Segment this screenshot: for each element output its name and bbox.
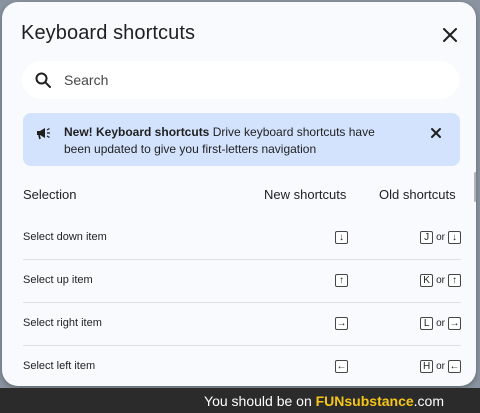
new-key-up-arrow: ↑ (335, 274, 348, 287)
search-bar[interactable] (22, 61, 459, 99)
info-banner: New! Keyboard shortcuts Drive keyboard s… (23, 113, 460, 166)
keyboard-shortcuts-dialog: Keyboard shortcuts New! Keyboard shortcu… (2, 2, 476, 386)
close-icon (431, 128, 441, 138)
megaphone-icon (35, 125, 51, 141)
old-shortcut: H or ← (420, 360, 461, 373)
or-text: or (436, 361, 445, 372)
shortcut-label: Select down item (23, 231, 107, 243)
old-key-letter: H (420, 360, 434, 373)
old-key-arrow: ← (448, 360, 461, 373)
old-key-arrow: ↑ (448, 274, 461, 287)
watermark-bar: You should be on FUNsubstance.com (0, 388, 480, 413)
old-key-letter: L (420, 317, 434, 330)
new-key-down-arrow: ↓ (335, 231, 348, 244)
old-key-letter: K (420, 274, 434, 287)
watermark-suffix: .com (413, 393, 444, 409)
shortcut-label: Select up item (23, 274, 93, 286)
old-key-letter: J (420, 231, 434, 244)
or-text: or (436, 318, 445, 329)
watermark-brand: FUNsubstance (315, 393, 414, 409)
shortcut-row-left: Select left item ← H or ← (23, 346, 461, 386)
shortcut-row-up: Select up item ↑ K or ↑ (23, 260, 461, 303)
old-key-arrow: → (448, 317, 461, 330)
or-text: or (436, 232, 445, 243)
banner-text: New! Keyboard shortcuts Drive keyboard s… (64, 124, 404, 158)
old-shortcut: L or → (420, 317, 461, 330)
new-key-right-arrow: → (335, 317, 348, 330)
old-shortcut: K or ↑ (420, 274, 461, 287)
or-text: or (436, 275, 445, 286)
scrollbar-thumb[interactable] (474, 172, 476, 202)
shortcut-label: Select left item (23, 360, 96, 372)
dialog-title: Keyboard shortcuts (21, 22, 196, 44)
close-icon (443, 28, 457, 42)
banner-bold-text: New! Keyboard shortcuts (64, 125, 210, 139)
close-button[interactable] (439, 24, 461, 46)
column-header-old: Old shortcuts (379, 187, 456, 202)
shortcut-row-right: Select right item → L or → (23, 303, 461, 346)
column-header-selection: Selection (23, 187, 77, 202)
banner-close-button[interactable] (428, 125, 444, 141)
column-header-new: New shortcuts (264, 187, 347, 202)
old-key-arrow: ↓ (448, 231, 461, 244)
watermark-prefix: You should be on (204, 393, 316, 409)
search-icon (34, 71, 52, 89)
search-input[interactable] (64, 72, 424, 88)
shortcut-label: Select right item (23, 317, 102, 329)
old-shortcut: J or ↓ (420, 231, 461, 244)
new-key-left-arrow: ← (335, 360, 348, 373)
watermark-text: You should be on FUNsubstance.com (204, 393, 444, 409)
shortcut-list: Select down item ↓ J or ↓ Select up item… (23, 217, 461, 386)
shortcut-row-down: Select down item ↓ J or ↓ (23, 217, 461, 260)
